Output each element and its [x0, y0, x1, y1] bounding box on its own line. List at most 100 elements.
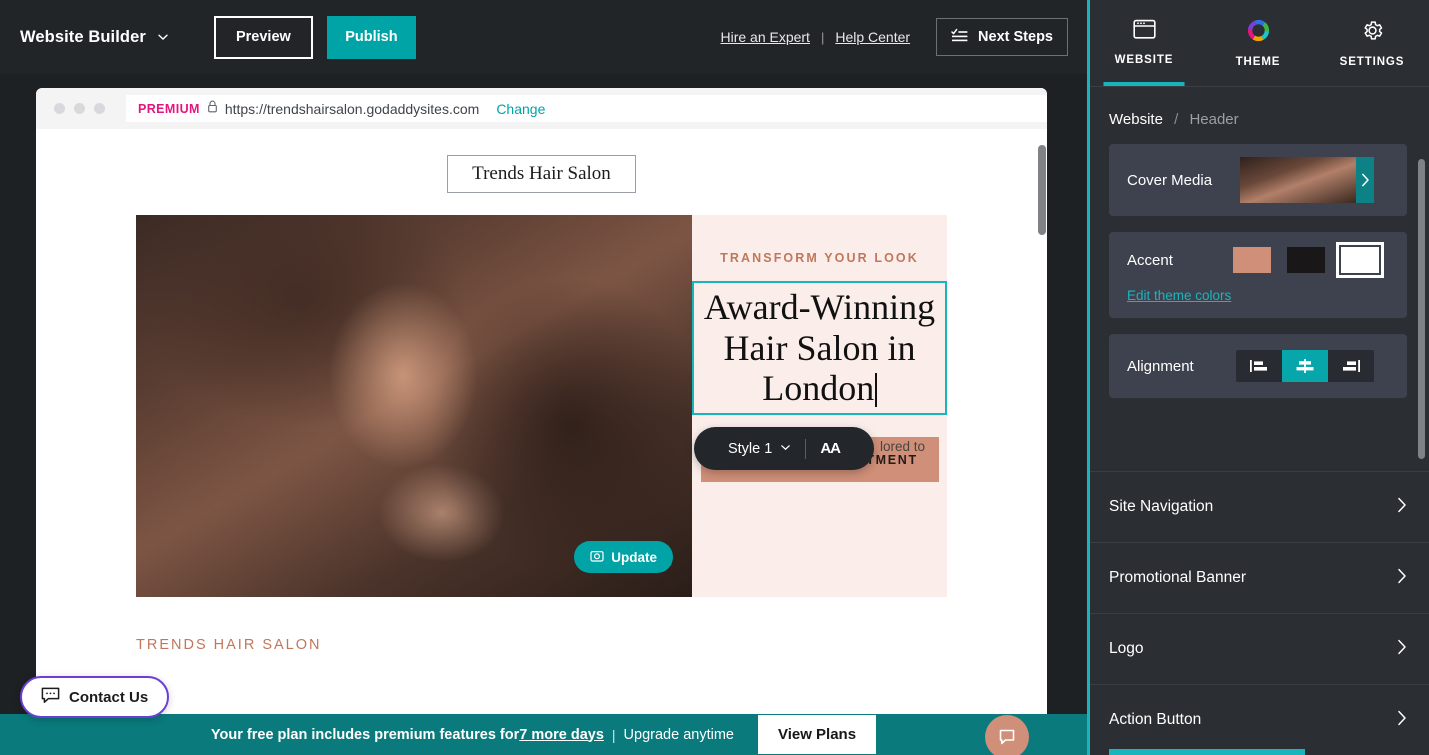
- update-image-button[interactable]: Update: [574, 541, 673, 573]
- website-builder-app: Website Builder Preview Publish Hire an …: [0, 0, 1429, 755]
- free-plan-banner: Your free plan includes premium features…: [0, 714, 1087, 755]
- update-label: Update: [611, 549, 657, 565]
- cover-media-expand-button[interactable]: [1356, 157, 1374, 203]
- site-header: Trends Hair Salon: [36, 129, 1047, 215]
- camera-icon: [590, 549, 604, 566]
- section-logo[interactable]: Logo: [1087, 613, 1429, 684]
- section-action-button[interactable]: Action Button: [1087, 684, 1429, 755]
- lock-icon: [207, 100, 218, 118]
- window-dot-minimize: [74, 103, 85, 114]
- chevron-down-icon: [780, 441, 791, 457]
- panel-scrollbar[interactable]: [1418, 159, 1425, 459]
- align-left-button[interactable]: [1236, 350, 1282, 382]
- next-steps-button[interactable]: Next Steps: [936, 18, 1068, 56]
- font-size-button[interactable]: AA: [820, 440, 841, 457]
- cover-media-thumbnail[interactable]: [1240, 157, 1356, 203]
- window-dot-close: [54, 103, 65, 114]
- message-icon: [41, 687, 60, 708]
- chat-bubble-icon: [999, 729, 1015, 745]
- next-steps-label: Next Steps: [978, 29, 1053, 45]
- site-preview-frame: PREMIUM https://trendshairsalon.godaddys…: [36, 88, 1047, 755]
- tab-settings[interactable]: SETTINGS: [1315, 0, 1429, 86]
- window-dot-maximize: [94, 103, 105, 114]
- toolbar-divider: [805, 438, 807, 459]
- hero-section: Update TRANSFORM YOUR LOOK Award-Winning…: [136, 215, 947, 597]
- browser-window-icon: [1132, 19, 1156, 45]
- site-title[interactable]: Trends Hair Salon: [447, 155, 636, 193]
- style-dropdown[interactable]: Style 1: [728, 441, 791, 457]
- accent-card: Accent Edit theme colors: [1109, 232, 1407, 318]
- hire-an-expert-link[interactable]: Hire an Expert: [720, 29, 809, 45]
- chat-support-button[interactable]: [985, 715, 1029, 755]
- site-footer-brand: TRENDS HAIR SALON: [136, 637, 322, 653]
- preview-browser-bar: PREMIUM https://trendshairsalon.godaddys…: [36, 88, 1047, 129]
- url-bar[interactable]: PREMIUM https://trendshairsalon.godaddys…: [126, 95, 1047, 122]
- banner-separator: |: [611, 726, 616, 743]
- premium-badge: PREMIUM: [138, 101, 200, 116]
- accent-swatch-salmon[interactable]: [1233, 247, 1271, 273]
- section-promotional-banner[interactable]: Promotional Banner: [1087, 542, 1429, 613]
- breadcrumb: Website / Header: [1087, 87, 1429, 144]
- accent-row: Accent: [1109, 232, 1407, 288]
- tab-website-label: WEBSITE: [1114, 54, 1174, 66]
- editor-canvas: PREMIUM https://trendshairsalon.godaddys…: [0, 74, 1087, 755]
- right-settings-panel: WEBSITE THEME SETTINGS Website / Header …: [1087, 0, 1429, 755]
- hero-subtext-fragment: lored to: [879, 439, 925, 454]
- text-caret: [875, 373, 877, 408]
- section-label: Promotional Banner: [1109, 569, 1246, 586]
- gear-icon: [1361, 19, 1384, 47]
- align-center-button[interactable]: [1282, 350, 1328, 382]
- hero-headline: Award-Winning Hair Salon in London: [703, 287, 936, 409]
- color-wheel-icon: [1247, 19, 1270, 47]
- alignment-button-group: [1236, 350, 1374, 382]
- style-dropdown-label: Style 1: [727, 440, 773, 457]
- align-right-button[interactable]: [1328, 350, 1374, 382]
- brand-menu[interactable]: Website Builder: [20, 28, 169, 47]
- chevron-right-icon: [1397, 639, 1407, 660]
- panel-scroll-area: Cover Media Accent Edit theme colors Ali…: [1087, 144, 1429, 471]
- site-content: Trends Hair Salon Update TRANSFORM YOUR …: [36, 129, 1047, 729]
- days-remaining-link[interactable]: 7 more days: [519, 727, 604, 743]
- panel-bottom-accent-strip: [1109, 749, 1305, 755]
- alignment-label: Alignment: [1127, 357, 1194, 375]
- hero-image[interactable]: Update: [136, 215, 692, 597]
- contact-us-widget[interactable]: Contact Us: [20, 676, 170, 718]
- checklist-icon: [951, 28, 968, 47]
- chevron-right-icon: [1397, 568, 1407, 589]
- view-plans-button[interactable]: View Plans: [757, 715, 877, 754]
- hero-headline-editor[interactable]: Award-Winning Hair Salon in London: [692, 281, 947, 416]
- panel-tab-bar: WEBSITE THEME SETTINGS: [1087, 0, 1429, 87]
- banner-text-before: Your free plan includes premium features…: [210, 726, 520, 743]
- breadcrumb-separator: /: [1174, 111, 1179, 128]
- cover-media-label: Cover Media: [1127, 171, 1213, 189]
- breadcrumb-root[interactable]: Website: [1109, 111, 1163, 128]
- tab-theme-label: THEME: [1235, 56, 1281, 68]
- change-url-link[interactable]: Change: [496, 101, 545, 117]
- edit-theme-colors-link[interactable]: Edit theme colors: [1109, 288, 1407, 313]
- section-label: Site Navigation: [1109, 498, 1214, 515]
- top-right-group: Hire an Expert | Help Center Next Steps: [720, 18, 1068, 56]
- accent-swatch-white[interactable]: [1336, 242, 1384, 278]
- hero-eyebrow[interactable]: TRANSFORM YOUR LOOK: [720, 251, 919, 265]
- chevron-right-icon: [1397, 497, 1407, 518]
- align-center-icon: [1296, 359, 1314, 373]
- top-separator: |: [820, 29, 825, 45]
- preview-button[interactable]: Preview: [213, 15, 313, 59]
- cover-media-card[interactable]: Cover Media: [1109, 144, 1407, 216]
- publish-button[interactable]: Publish: [326, 15, 416, 59]
- section-label: Logo: [1109, 640, 1144, 657]
- tab-website[interactable]: WEBSITE: [1087, 0, 1201, 86]
- window-dots: [54, 103, 105, 114]
- canvas-scrollbar[interactable]: [1038, 145, 1046, 235]
- section-site-navigation[interactable]: Site Navigation: [1087, 471, 1429, 542]
- align-right-icon: [1343, 360, 1360, 372]
- breadcrumb-current: Header: [1189, 111, 1239, 128]
- accent-swatch-dark[interactable]: [1287, 247, 1325, 273]
- help-center-link[interactable]: Help Center: [835, 29, 910, 45]
- chevron-right-icon: [1397, 710, 1407, 731]
- chevron-down-icon: [157, 31, 169, 43]
- tab-theme[interactable]: THEME: [1201, 0, 1315, 86]
- url-text: https://trendshairsalon.godaddysites.com: [224, 100, 480, 117]
- accent-swatch-group: [1233, 242, 1384, 278]
- chevron-right-icon: [1361, 173, 1369, 187]
